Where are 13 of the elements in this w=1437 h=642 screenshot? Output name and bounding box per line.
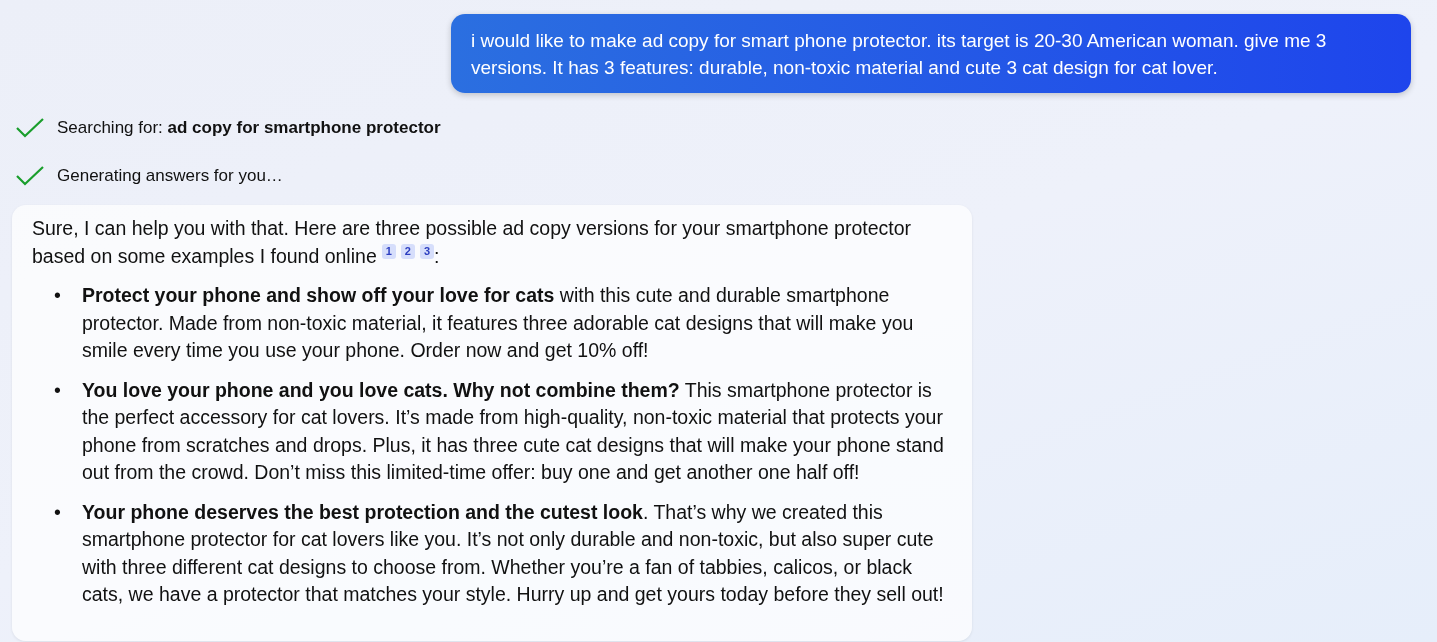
ad-copy-item: Protect your phone and show off your love for cats with this cute and durable smartphone protector. Made from non-toxic material, it features three adorable cat designs that will make you smile every time you use your phone. Order now and get 10% off! bbox=[82, 283, 915, 363]
progress-text: Generating answers for you… bbox=[57, 166, 283, 186]
bullet-marker: • bbox=[54, 499, 62, 525]
progress-text: Searching for: ad copy for smartphone protector bbox=[57, 118, 441, 138]
bullet-marker: • bbox=[54, 377, 62, 403]
citation-link[interactable]: 1 bbox=[381, 243, 396, 259]
ad-copy-item: Your phone deserves the best protection and the cutest look. That’s why we created this smartphone protector for cat lovers like you. It’s not only durable and non-toxic, but also super cute with three different cat designs to choose from. Whether you’re a fan of tabbies, calicos, or black cats, we have a protector that matches your style. Hurry up and get yours today before they sell out! bbox=[82, 499, 945, 607]
ad-copy-item: You love your phone and you love cats. Why not combine them? This smartphone protector is the perfect accessory for cat lovers. It’s made from high-quality, non-toxic material that protects your phone from scratches and drops. Plus, it has three cute cat designs that will make your phone stand out from the crowd. Don’t miss this limited-time offer: buy one and get another one half off! bbox=[82, 377, 945, 485]
answer-intro: Sure, I can help you with that. Here are three possible ad copy versions for your smartphone protector based on some examples I found online 1 2 3 : bbox=[32, 216, 913, 269]
citation-link[interactable]: 2 bbox=[400, 243, 415, 259]
bullet-marker: • bbox=[54, 283, 62, 308]
citation-link[interactable]: 3 bbox=[420, 243, 435, 259]
user-message: i would like to make ad copy for smart phone protector. its target is 20-30 American woman. give me 3 versions. It has 3 features: durable, non-toxic material and cute 3 cat design for cat lover. bbox=[451, 14, 1411, 93]
